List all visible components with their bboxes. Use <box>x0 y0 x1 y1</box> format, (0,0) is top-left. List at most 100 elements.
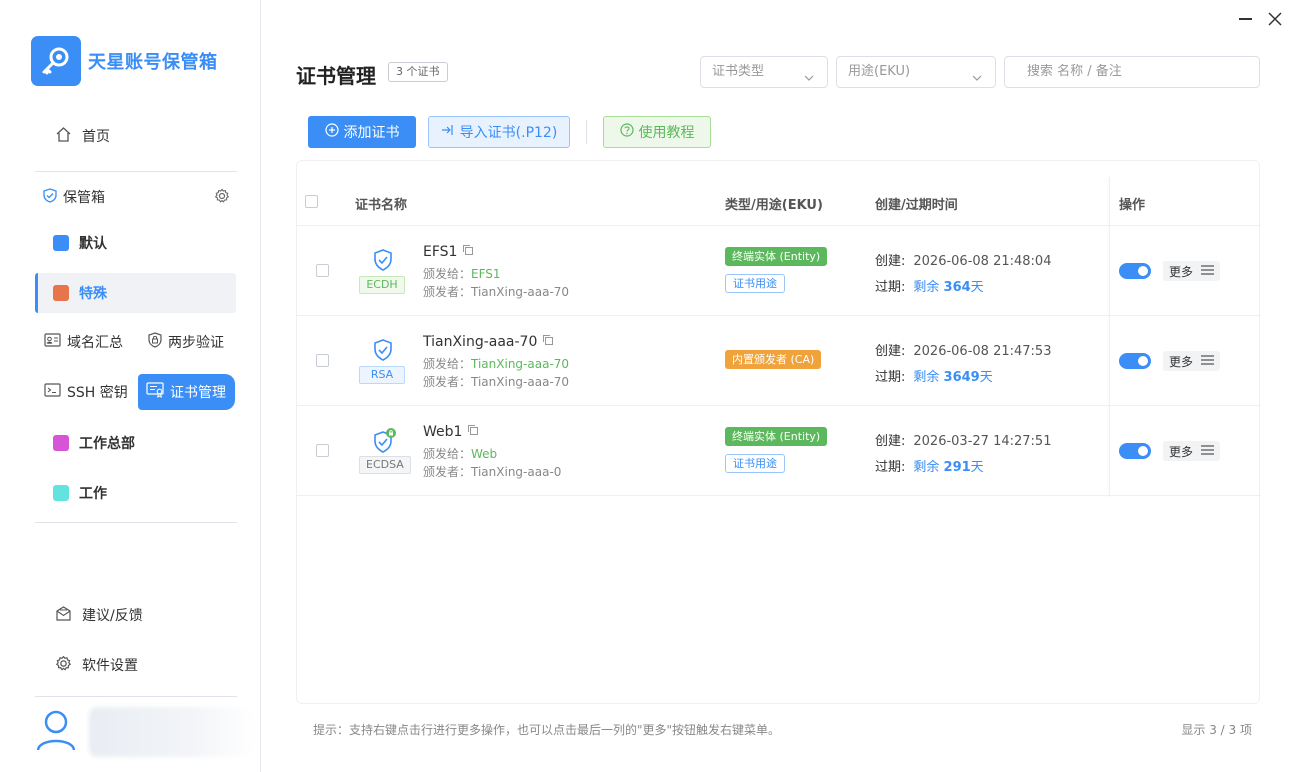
tool-2fa[interactable]: 两步验证 <box>148 324 224 360</box>
vault-header-label: 保管箱 <box>63 190 105 206</box>
import-cert-label: 导入证书(.P12) <box>459 125 558 141</box>
algo-badge: ECDSA <box>359 456 411 474</box>
remain-days: 3649 <box>943 370 980 385</box>
select-all-checkbox[interactable] <box>305 195 318 208</box>
page-title: 证书管理 <box>296 64 376 88</box>
vault-item-hq[interactable]: 工作总部 <box>35 423 236 463</box>
expires-time: 过期: 剩余 364天 <box>875 276 984 295</box>
nav-home-label: 首页 <box>82 129 110 145</box>
nav-settings[interactable]: 软件设置 <box>35 647 236 683</box>
issued-to-label: 颁发给： <box>423 357 472 371</box>
issued-to-value: EFS1 <box>471 267 501 281</box>
issuer: 颁发者：TianXing-aaa-0 <box>423 463 561 480</box>
copy-icon[interactable] <box>462 244 474 260</box>
created-label: 创建: <box>875 434 906 449</box>
tool-certificates[interactable]: 证书管理 <box>138 374 235 410</box>
more-button[interactable]: 更多 <box>1163 441 1221 461</box>
vault-item-work[interactable]: 工作 <box>35 473 236 513</box>
nav-feedback[interactable]: 建议/反馈 <box>35 597 236 633</box>
col-header-time: 创建/过期时间 <box>875 198 958 213</box>
issuer-label: 颁发者： <box>423 465 472 479</box>
algo-badge: RSA <box>359 366 405 384</box>
eku-tag[interactable]: 证书用途 <box>725 454 785 473</box>
remain-suffix: 天 <box>970 460 984 475</box>
more-label: 更多 <box>1169 264 1194 279</box>
more-button[interactable]: 更多 <box>1163 261 1221 281</box>
eku-select[interactable]: 用途(EKU) <box>836 56 996 88</box>
user-profile[interactable] <box>35 700 255 764</box>
row-checkbox[interactable] <box>316 444 329 457</box>
vault-item-special[interactable]: 特殊 <box>35 273 236 313</box>
vault-color-swatch <box>53 285 69 301</box>
eku-tag[interactable]: 证书用途 <box>725 274 785 293</box>
created-label: 创建: <box>875 344 906 359</box>
cert-name: Web1 <box>423 424 479 440</box>
remain-prefix: 剩余 <box>913 280 944 295</box>
tool-label: 域名汇总 <box>67 335 123 351</box>
gear-icon <box>55 655 72 676</box>
vault-item-default[interactable]: 默认 <box>35 223 236 263</box>
plus-circle-icon <box>324 123 339 141</box>
nav-home[interactable]: 首页 <box>35 118 236 154</box>
tool-domains[interactable]: 域名汇总 <box>44 324 123 360</box>
copy-icon[interactable] <box>467 424 479 440</box>
remain-suffix: 天 <box>970 280 984 295</box>
created-time: 创建: 2026-03-27 14:27:51 <box>875 430 1051 449</box>
search-input[interactable] <box>1027 64 1247 79</box>
add-cert-label: 添加证书 <box>343 125 400 141</box>
eku-placeholder: 用途(EKU) <box>848 64 911 79</box>
enable-toggle[interactable] <box>1119 443 1151 459</box>
menu-icon <box>1201 354 1215 368</box>
vault-header[interactable]: 保管箱 <box>35 184 236 210</box>
issued-to: 颁发给：EFS1 <box>423 265 501 282</box>
chevron-down-icon <box>971 66 983 96</box>
key-icon <box>31 36 81 86</box>
tool-label: SSH 密钥 <box>67 385 128 401</box>
cert-count-badge: 3 个证书 <box>388 62 448 82</box>
cert-type-select[interactable]: 证书类型 <box>700 56 828 88</box>
add-cert-button[interactable]: 添加证书 <box>308 116 416 148</box>
enable-toggle[interactable] <box>1119 263 1151 279</box>
divider <box>35 522 237 523</box>
import-cert-button[interactable]: 导入证书(.P12) <box>428 116 570 148</box>
created-value: 2026-03-27 14:27:51 <box>913 434 1052 449</box>
row-checkbox[interactable] <box>316 354 329 367</box>
search-box[interactable] <box>1004 56 1260 88</box>
nav-settings-label: 软件设置 <box>82 658 138 674</box>
issuer-label: 颁发者： <box>423 375 472 389</box>
shield-check-icon <box>43 187 57 207</box>
divider <box>35 171 237 172</box>
sidebar: 天星账号保管箱 首页 保管箱 默认 特殊 域名汇总 两步验证 SSH 密钥 证书… <box>0 0 261 772</box>
type-tag: 内置颁发者 (CA) <box>725 350 822 369</box>
vault-color-swatch <box>53 435 69 451</box>
chevron-down-icon <box>803 66 815 96</box>
table-row[interactable]: ECDH EFS1 颁发给：EFS1 颁发者：TianXing-aaa-70 终… <box>297 226 1261 316</box>
remain-prefix: 剩余 <box>913 370 944 385</box>
remain-days: 364 <box>943 280 971 295</box>
import-icon <box>441 123 455 141</box>
table-row[interactable]: ECDSA Web1 颁发给：Web 颁发者：TianXing-aaa-0 终端… <box>297 406 1261 496</box>
gear-icon[interactable] <box>214 188 230 208</box>
home-icon <box>55 126 72 147</box>
col-header-type: 类型/用途(EKU) <box>725 198 823 213</box>
issued-to: 颁发给：Web <box>423 445 497 462</box>
toolbar-divider <box>586 120 587 144</box>
expires-label: 过期: <box>875 370 906 385</box>
expires-label: 过期: <box>875 280 906 295</box>
shield-check-icon <box>372 338 394 366</box>
issued-to-value: TianXing-aaa-70 <box>471 357 570 371</box>
table-row[interactable]: RSA TianXing-aaa-70 颁发给：TianXing-aaa-70 … <box>297 316 1261 406</box>
algo-badge: ECDH <box>359 276 405 294</box>
copy-icon[interactable] <box>542 334 554 350</box>
tutorial-button[interactable]: 使用教程 <box>603 116 711 148</box>
enable-toggle[interactable] <box>1119 353 1151 369</box>
issued-to-value: Web <box>471 447 498 461</box>
footer-tip: 提示：支持右键点击行进行更多操作，也可以点击最后一列的"更多"按钮触发右键菜单。 <box>313 723 781 737</box>
user-avatar-icon <box>35 708 77 756</box>
row-checkbox[interactable] <box>316 264 329 277</box>
main-content: 证书管理 3 个证书 证书类型 用途(EKU) 添加证书 导入证书(.P12) … <box>261 0 1302 772</box>
tool-ssh[interactable]: SSH 密钥 <box>44 374 128 410</box>
user-info-blurred <box>89 707 255 757</box>
more-button[interactable]: 更多 <box>1163 351 1221 371</box>
type-tag: 终端实体 (Entity) <box>725 427 828 446</box>
